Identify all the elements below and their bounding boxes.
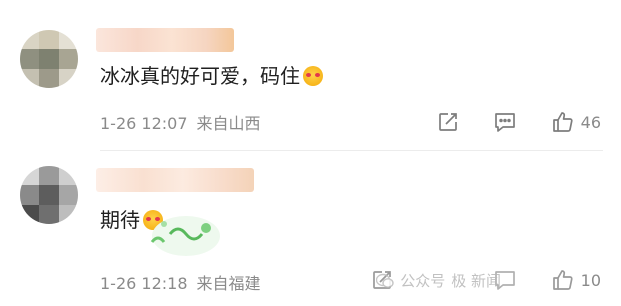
comment-item: 冰冰真的好可爱，码住 1-26 12:07 来自山西 46 xyxy=(0,0,621,150)
heart-eyes-emoji-icon xyxy=(303,66,323,86)
reply-button[interactable] xyxy=(493,111,517,133)
share-icon xyxy=(438,113,457,131)
like-button[interactable]: 46 xyxy=(551,110,601,134)
like-count: 46 xyxy=(580,112,601,132)
thumbs-up-icon xyxy=(552,112,573,132)
watermark-source: 公众号 xyxy=(400,272,446,290)
sticker-image xyxy=(140,202,222,260)
comment-meta: 1-26 12:18 来自福建 xyxy=(100,270,261,294)
comment-text-content: 期待 xyxy=(100,208,140,232)
avatar[interactable] xyxy=(20,166,78,224)
share-button[interactable] xyxy=(437,111,459,133)
comment-text-content: 冰冰真的好可爱，码住 xyxy=(100,64,300,88)
watermark-name: 极 新闻 xyxy=(451,272,501,290)
comment-location: 来自福建 xyxy=(196,274,261,293)
comment-icon xyxy=(494,113,515,132)
username-blurred[interactable] xyxy=(96,28,234,52)
like-count: 10 xyxy=(580,270,601,290)
like-button[interactable]: 10 xyxy=(551,268,601,292)
comment-meta: 1-26 12:07 来自山西 xyxy=(100,110,261,134)
username-blurred[interactable] xyxy=(96,168,254,192)
comment-text: 冰冰真的好可爱，码住 xyxy=(100,62,323,90)
avatar[interactable] xyxy=(20,30,78,88)
comment-time: 1-26 12:18 xyxy=(100,274,188,293)
comment-location: 来自山西 xyxy=(196,114,261,133)
watermark: 公众号 极 新闻 xyxy=(376,270,501,291)
comment-item: 期待 1-26 12:18 来自福建 10 公众号 极 新闻 xyxy=(0,152,621,306)
thumbs-up-icon xyxy=(552,270,573,290)
comment-time: 1-26 12:07 xyxy=(100,114,188,133)
comment-divider xyxy=(100,150,603,151)
wechat-icon xyxy=(376,273,394,288)
comment-actions: 46 xyxy=(437,110,601,134)
